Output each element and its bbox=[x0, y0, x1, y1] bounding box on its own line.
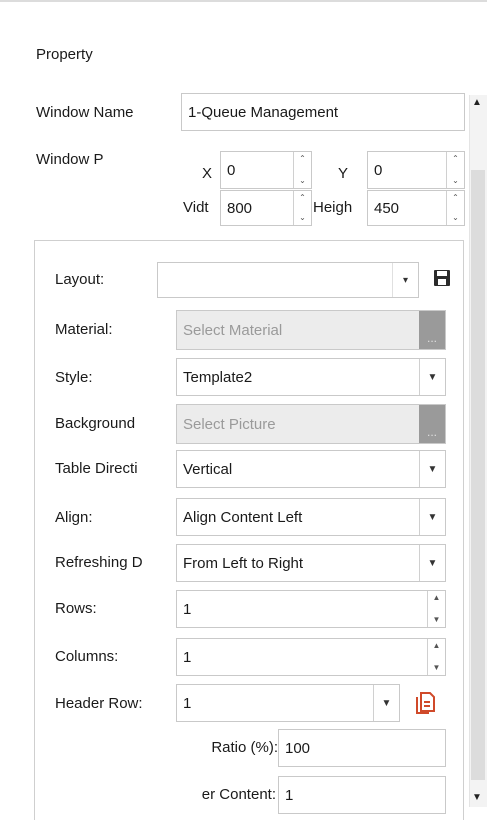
ratio-label: Ratio (%): bbox=[211, 739, 278, 756]
x-value: 0 bbox=[227, 161, 236, 179]
table-direction-value: Vertical bbox=[183, 460, 233, 478]
width-label: Vidt bbox=[183, 199, 209, 216]
background-browse-button[interactable]: ... bbox=[419, 405, 445, 443]
header-row-value: 1 bbox=[183, 694, 192, 712]
header-row-label: Header Row: bbox=[55, 695, 143, 712]
refreshing-direction-label: Refreshing D bbox=[55, 554, 143, 571]
rows-value: 1 bbox=[183, 600, 192, 618]
width-spinner[interactable]: ⌃ ⌄ bbox=[293, 191, 311, 225]
rows-input[interactable]: 1 ▲ ▼ bbox=[176, 590, 446, 628]
height-value: 450 bbox=[374, 199, 400, 217]
height-input[interactable]: 450 ⌃ ⌄ bbox=[367, 190, 465, 226]
chevron-down-icon[interactable]: ▼ bbox=[373, 685, 399, 721]
chevron-down-icon[interactable]: ▾ bbox=[392, 263, 418, 297]
background-label: Background bbox=[55, 415, 136, 432]
y-spinner[interactable]: ⌃ ⌄ bbox=[446, 152, 464, 188]
style-select[interactable]: Template2 ▼ bbox=[176, 358, 446, 396]
chevron-down-icon[interactable]: ▼ bbox=[419, 359, 445, 395]
material-label: Material: bbox=[55, 321, 113, 338]
material-input[interactable]: Select Material ... bbox=[176, 310, 446, 350]
columns-label: Columns: bbox=[55, 648, 119, 665]
y-value: 0 bbox=[374, 161, 383, 179]
width-input[interactable]: 800 ⌃ ⌄ bbox=[220, 190, 312, 226]
height-spinner[interactable]: ⌃ ⌄ bbox=[446, 191, 464, 225]
panel-title: Property bbox=[36, 46, 93, 63]
columns-input[interactable]: 1 ▲ ▼ bbox=[176, 638, 446, 676]
columns-spinner[interactable]: ▲ ▼ bbox=[427, 639, 445, 675]
style-label: Style: bbox=[55, 369, 93, 386]
style-value: Template2 bbox=[183, 368, 253, 386]
save-icon[interactable] bbox=[432, 268, 452, 288]
header-content-label: er Content: bbox=[201, 786, 276, 803]
table-direction-label: Table Directi bbox=[55, 460, 138, 477]
chevron-down-icon[interactable]: ▼ bbox=[419, 545, 445, 581]
window-name-input[interactable]: 1-Queue Management bbox=[181, 93, 465, 131]
y-input[interactable]: 0 ⌃ ⌄ bbox=[367, 151, 465, 189]
height-label: Heigh bbox=[313, 199, 353, 216]
align-label: Align: bbox=[55, 509, 93, 526]
chevron-down-icon[interactable]: ▼ bbox=[419, 499, 445, 535]
width-value: 800 bbox=[227, 199, 253, 217]
top-divider bbox=[0, 0, 487, 2]
ratio-input[interactable]: 100 bbox=[278, 729, 446, 767]
rows-label: Rows: bbox=[55, 600, 97, 617]
align-value: Align Content Left bbox=[183, 508, 303, 526]
header-content-input[interactable]: 1 bbox=[278, 776, 446, 814]
layout-label: Layout: bbox=[55, 271, 105, 288]
header-row-select[interactable]: 1 ▼ bbox=[176, 684, 400, 722]
x-spinner[interactable]: ⌃ ⌄ bbox=[293, 152, 311, 188]
x-input[interactable]: 0 ⌃ ⌄ bbox=[220, 151, 312, 189]
y-label: Y bbox=[338, 165, 349, 182]
window-position-label: Window P bbox=[36, 151, 104, 168]
scroll-down-icon[interactable]: ▼ bbox=[472, 792, 482, 803]
rows-spinner[interactable]: ▲ ▼ bbox=[427, 591, 445, 627]
chevron-down-icon[interactable]: ▼ bbox=[419, 451, 445, 487]
scrollbar-thumb[interactable] bbox=[471, 170, 485, 780]
refreshing-direction-value: From Left to Right bbox=[183, 554, 304, 572]
layout-select[interactable]: ▾ bbox=[157, 262, 419, 298]
background-input[interactable]: Select Picture ... bbox=[176, 404, 446, 444]
x-label: X bbox=[202, 165, 213, 182]
refreshing-direction-select[interactable]: From Left to Right ▼ bbox=[176, 544, 446, 582]
columns-value: 1 bbox=[183, 648, 192, 666]
table-direction-select[interactable]: Vertical ▼ bbox=[176, 450, 446, 488]
align-select[interactable]: Align Content Left ▼ bbox=[176, 498, 446, 536]
background-placeholder: Select Picture bbox=[183, 415, 276, 433]
material-placeholder: Select Material bbox=[183, 321, 283, 339]
copy-document-icon[interactable] bbox=[414, 691, 436, 715]
window-name-label: Window Name bbox=[36, 104, 134, 121]
scroll-up-icon[interactable]: ▲ bbox=[472, 97, 482, 108]
material-browse-button[interactable]: ... bbox=[419, 311, 445, 349]
